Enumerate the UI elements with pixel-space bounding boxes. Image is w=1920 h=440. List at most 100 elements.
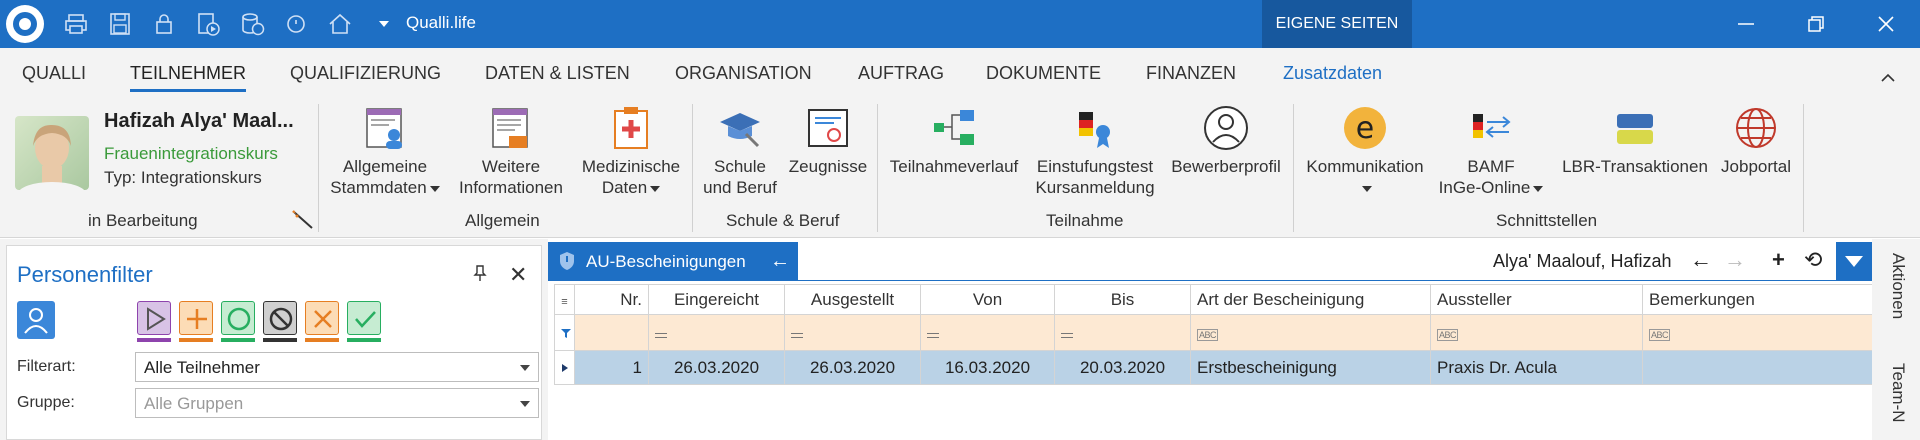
filter-cell-bis[interactable]	[1054, 314, 1191, 351]
chevron-down-icon	[650, 185, 661, 192]
tab-qualli[interactable]: QUALLI	[22, 63, 86, 84]
filter-cell-von[interactable]	[920, 314, 1055, 351]
dropdown-icon[interactable]	[370, 12, 398, 36]
button-label-line1: BAMF	[1467, 157, 1515, 176]
minimize-icon[interactable]	[1734, 12, 1758, 36]
person-course[interactable]: Frauenintegrationskurs	[104, 144, 278, 164]
save-icon[interactable]	[106, 12, 134, 36]
tab-qualifizierung[interactable]: QUALIFIZIERUNG	[290, 63, 441, 84]
allgemeine-stammdaten-button[interactable]: Allgemeine Stammdaten	[325, 104, 445, 198]
forward-arrow-icon[interactable]: →	[1724, 247, 1746, 273]
cell-bemerkungen[interactable]	[1642, 350, 1873, 385]
column-header-ausgestellt[interactable]: Ausgestellt	[784, 284, 921, 315]
side-tab-team[interactable]: Team-N	[1888, 363, 1908, 423]
ribbon-tabs: QUALLI TEILNEHMER QUALIFIZIERUNG DATEN &…	[0, 48, 1920, 96]
user-circle-icon	[1202, 104, 1250, 152]
cell-aussteller[interactable]: Praxis Dr. Acula	[1430, 350, 1643, 385]
circle-icon[interactable]	[221, 301, 255, 335]
globe-icon	[1732, 104, 1780, 152]
restore-icon[interactable]	[1804, 12, 1828, 36]
column-header-von[interactable]: Von	[920, 284, 1055, 315]
collapse-ribbon-icon[interactable]	[1880, 70, 1896, 88]
kommunikation-button[interactable]: e Kommunikation	[1300, 104, 1430, 198]
refresh-icon[interactable]	[282, 12, 310, 36]
equals-icon	[655, 332, 667, 338]
x-icon[interactable]	[305, 301, 339, 335]
database-play-icon[interactable]	[238, 12, 266, 36]
cell-nr[interactable]: 1	[574, 350, 649, 385]
filter-cell-bemerkungen[interactable]: ABC	[1642, 314, 1873, 351]
button-label-line1: Bewerberprofil	[1171, 157, 1281, 176]
add-icon[interactable]: +	[1772, 247, 1785, 273]
filterart-select[interactable]: Alle Teilnehmer	[135, 352, 539, 382]
einstufungstest-kursanmeldung-button[interactable]: Einstufungstest Kursanmeldung	[1028, 104, 1162, 198]
teilnahmeverlauf-button[interactable]: Teilnahmeverlauf	[886, 104, 1022, 177]
tab-finanzen[interactable]: FINANZEN	[1146, 63, 1236, 84]
medizinische-daten-button[interactable]: Medizinische Daten	[576, 104, 686, 198]
cell-bis[interactable]: 20.03.2020	[1054, 350, 1191, 385]
flowchart-icon	[930, 104, 978, 152]
button-label-line1: Einstufungstest	[1036, 157, 1154, 176]
filterart-label: Filterart:	[17, 358, 76, 375]
close-panel-icon[interactable]: ✕	[509, 262, 527, 288]
table-row[interactable]: 1 26.03.2020 26.03.2020 16.03.2020 20.03…	[554, 350, 1873, 385]
arrow-left-icon[interactable]: ←	[770, 250, 790, 273]
close-icon[interactable]	[1874, 12, 1898, 36]
schule-und-beruf-button[interactable]: Schule und Beruf	[700, 104, 780, 198]
column-header-bemerkungen[interactable]: Bemerkungen	[1642, 284, 1873, 315]
weitere-informationen-button[interactable]: Weitere Informationen	[450, 104, 572, 198]
eigene-seiten-button[interactable]: EIGENE SEITEN	[1262, 0, 1412, 48]
qualli-logo-icon[interactable]	[6, 5, 44, 43]
filter-cell-nr[interactable]	[574, 314, 649, 351]
tab-organisation[interactable]: ORGANISATION	[675, 63, 812, 84]
jobportal-button[interactable]: Jobportal	[1716, 104, 1796, 177]
play-icon[interactable]	[137, 301, 171, 335]
cell-ausgestellt[interactable]: 26.03.2020	[784, 350, 921, 385]
magic-wand-icon[interactable]	[290, 208, 320, 237]
tab-zusatzdaten[interactable]: Zusatzdaten	[1283, 63, 1382, 84]
bamf-inge-online-button[interactable]: BAMF InGe-Online	[1436, 104, 1546, 198]
row-indicator-icon[interactable]	[554, 350, 575, 385]
gruppe-select[interactable]: Alle Gruppen	[135, 388, 539, 418]
filter-cell-aussteller[interactable]: ABC	[1430, 314, 1643, 351]
cell-art[interactable]: Erstbescheinigung	[1190, 350, 1431, 385]
button-label-line1: Schule	[714, 157, 766, 176]
lbr-transaktionen-button[interactable]: LBR-Transaktionen	[1558, 104, 1712, 177]
button-label-line2: InGe-Online	[1438, 178, 1531, 197]
options-dropdown-button[interactable]	[1836, 242, 1872, 280]
lock-icon[interactable]	[150, 12, 178, 36]
print-icon[interactable]	[62, 12, 90, 36]
filter-cell-art[interactable]: ABC	[1190, 314, 1431, 351]
column-header-art[interactable]: Art der Bescheinigung	[1190, 284, 1431, 315]
button-underline	[137, 338, 171, 342]
zeugnisse-button[interactable]: Zeugnisse	[786, 104, 870, 177]
cell-von[interactable]: 16.03.2020	[920, 350, 1055, 385]
tab-auftrag[interactable]: AUFTRAG	[858, 63, 944, 84]
undo-icon[interactable]: ⟲	[1804, 247, 1822, 273]
tab-dokumente[interactable]: DOKUMENTE	[986, 63, 1101, 84]
row-header-cell[interactable]: ≡	[554, 284, 575, 315]
filter-cell-eingereicht[interactable]	[648, 314, 785, 351]
check-icon[interactable]	[347, 301, 381, 335]
pin-icon[interactable]	[473, 264, 487, 287]
button-underline	[305, 338, 339, 342]
column-header-aussteller[interactable]: Aussteller	[1430, 284, 1643, 315]
column-header-eingereicht[interactable]: Eingereicht	[648, 284, 785, 315]
side-tab-aktionen[interactable]: Aktionen	[1888, 253, 1908, 319]
bewerberprofil-button[interactable]: Bewerberprofil	[1166, 104, 1286, 177]
column-header-nr[interactable]: Nr.	[574, 284, 649, 315]
tab-teilnehmer[interactable]: TEILNEHMER	[130, 63, 247, 92]
tab-daten-listen[interactable]: DATEN & LISTEN	[485, 63, 630, 84]
gruppe-label: Gruppe:	[17, 394, 75, 411]
cell-eingereicht[interactable]: 26.03.2020	[648, 350, 785, 385]
column-header-bis[interactable]: Bis	[1054, 284, 1191, 315]
user-icon[interactable]	[17, 301, 55, 339]
document-play-icon[interactable]	[194, 12, 222, 36]
back-arrow-icon[interactable]: ←	[1690, 247, 1712, 273]
block-icon[interactable]	[263, 301, 297, 335]
document-tab[interactable]: AU-Bescheinigungen ←	[548, 242, 798, 280]
filter-cell-ausgestellt[interactable]	[784, 314, 921, 351]
home-icon[interactable]	[326, 12, 354, 36]
current-person-name: Alya' Maalouf, Hafizah	[1493, 251, 1672, 271]
plus-icon[interactable]	[179, 301, 213, 335]
